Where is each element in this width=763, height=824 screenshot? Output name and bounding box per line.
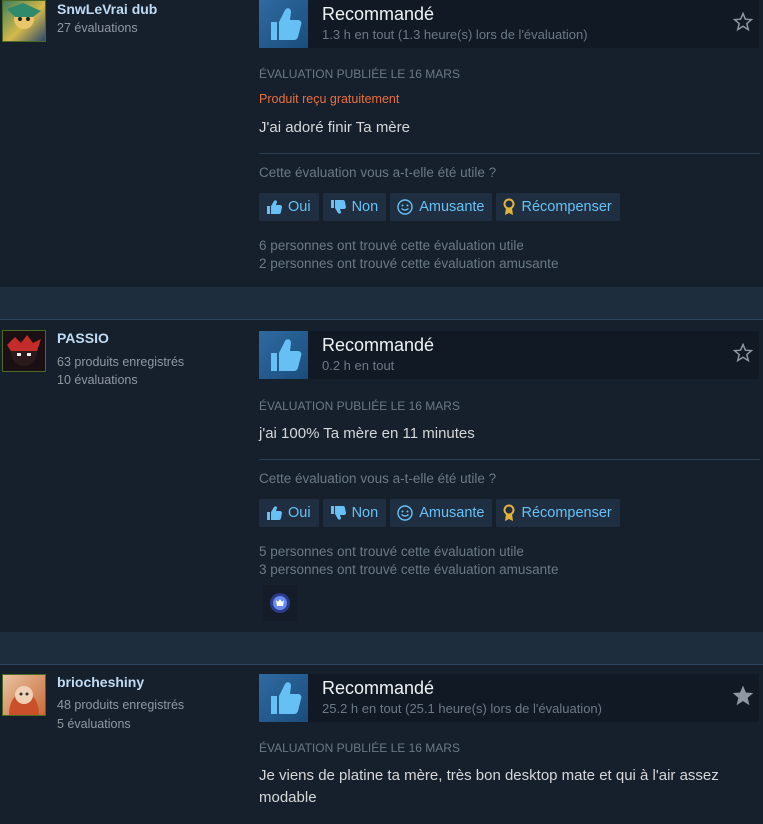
product-count[interactable]: 63 produits enregistrés (57, 353, 184, 371)
username[interactable]: SnwLeVrai dub (57, 1, 157, 17)
no-label: Non (351, 505, 379, 521)
helpful-count: 5 personnes ont trouvé cette évaluation … (259, 544, 524, 559)
review-card-3: briocheshiny 48 produits enregistrés 5 é… (0, 665, 763, 824)
review-text: Je viens de platine ta mère, très bon de… (259, 767, 719, 806)
no-label: Non (351, 199, 379, 215)
award-label: Récompenser (521, 199, 612, 215)
divider (259, 153, 760, 154)
star-icon[interactable] (732, 685, 754, 711)
vote-buttons: Oui Non Amusante Récompenser (259, 193, 620, 221)
thumbs-down-icon (330, 506, 346, 520)
review-text: j'ai 100% Ta mère en 11 minutes (259, 425, 475, 442)
award-icon (503, 504, 515, 521)
avatar[interactable] (2, 330, 46, 372)
posted-date: Évaluation publiée le 16 mars (259, 741, 460, 755)
funny-label: Amusante (419, 505, 485, 521)
product-count[interactable]: 48 produits enregistrés (57, 696, 184, 714)
hours-played: 25.2 h en tout (25.1 heure(s) lors de l'… (322, 701, 602, 716)
funny-button[interactable]: Amusante (390, 499, 493, 527)
review-count[interactable]: 27 évaluations (57, 19, 138, 37)
posted-date: Évaluation publiée le 16 mars (259, 399, 460, 413)
thumbs-up-icon (267, 506, 282, 520)
vote-header[interactable]: Recommandé 1.3 h en tout (1.3 heure(s) l… (259, 0, 759, 48)
review-text: J'ai adoré finir Ta mère (259, 119, 410, 136)
recommendation-title[interactable]: Recommandé (322, 335, 434, 356)
helpful-question: Cette évaluation vous a-t-elle été utile… (259, 471, 497, 486)
review-separator (0, 632, 763, 665)
hours-played: 0.2 h en tout (322, 358, 395, 373)
vote-header[interactable]: Recommandé 25.2 h en tout (25.1 heure(s)… (259, 674, 759, 722)
username[interactable]: PASSIO (57, 330, 109, 346)
helpful-count: 6 personnes ont trouvé cette évaluation … (259, 238, 524, 253)
hours-played: 1.3 h en tout (1.3 heure(s) lors de l'év… (322, 27, 588, 42)
review-count[interactable]: 10 évaluations (57, 371, 138, 389)
avatar[interactable] (2, 0, 46, 42)
review-card-2: PASSIO 63 produits enregistrés 10 évalua… (0, 320, 763, 632)
yes-label: Oui (288, 505, 311, 521)
vote-header[interactable]: Recommandé 0.2 h en tout (259, 331, 759, 379)
star-icon[interactable] (732, 11, 754, 37)
award-button[interactable]: Récompenser (496, 499, 620, 527)
helpful-question: Cette évaluation vous a-t-elle été utile… (259, 165, 497, 180)
yes-label: Oui (288, 199, 311, 215)
recommendation-title[interactable]: Recommandé (322, 4, 434, 25)
thumbs-down-icon (330, 200, 346, 214)
funny-label: Amusante (419, 199, 485, 215)
review-card-1: SnwLeVrai dub 27 évaluations Recommandé … (0, 0, 763, 287)
thumbs-up-icon (259, 674, 308, 722)
funny-count: 3 personnes ont trouvé cette évaluation … (259, 562, 559, 577)
divider (259, 459, 760, 460)
award-icon (503, 198, 515, 215)
smiley-icon (397, 505, 413, 521)
yes-button[interactable]: Oui (259, 193, 319, 221)
avatar[interactable] (2, 674, 46, 716)
vote-buttons: Oui Non Amusante Récompenser (259, 499, 620, 527)
thumbs-up-icon (267, 200, 282, 214)
award-badge-icon[interactable] (263, 585, 297, 621)
star-icon[interactable] (732, 342, 754, 368)
funny-count: 2 personnes ont trouvé cette évaluation … (259, 256, 559, 271)
award-label: Récompenser (521, 505, 612, 521)
review-separator (0, 287, 763, 320)
review-count[interactable]: 5 évaluations (57, 715, 131, 733)
posted-date: Évaluation publiée le 16 mars (259, 67, 460, 81)
thumbs-up-icon (259, 0, 308, 48)
yes-button[interactable]: Oui (259, 499, 319, 527)
no-button[interactable]: Non (322, 499, 387, 527)
thumbs-up-icon (259, 331, 308, 379)
username[interactable]: briocheshiny (57, 674, 144, 690)
smiley-icon (397, 199, 413, 215)
funny-button[interactable]: Amusante (390, 193, 493, 221)
free-product-label: Produit reçu gratuitement (259, 92, 400, 106)
no-button[interactable]: Non (322, 193, 387, 221)
award-button[interactable]: Récompenser (496, 193, 620, 221)
recommendation-title[interactable]: Recommandé (322, 678, 434, 699)
